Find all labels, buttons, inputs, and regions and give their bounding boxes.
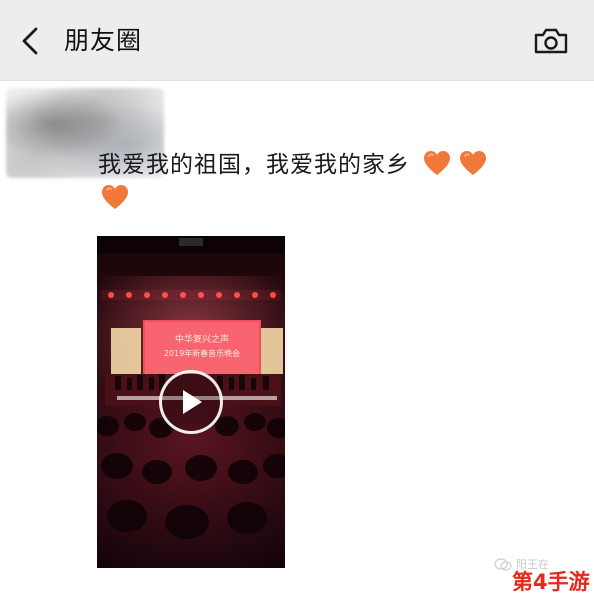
orange-heart-icon [460, 151, 487, 175]
post-text: 我爱我的祖国，我爱我的家乡 [98, 152, 410, 178]
orange-heart-icon [424, 151, 451, 175]
camera-button[interactable] [530, 24, 572, 58]
post-text-block: 我爱我的祖国，我爱我的家乡 [98, 148, 568, 216]
top-nav-bar: 朋友圈 [0, 0, 594, 81]
stage-banner-line2: 2019年新春音乐晚会 [164, 348, 240, 358]
back-button[interactable] [12, 22, 48, 60]
stage-banner-line1: 中华复兴之声 [175, 333, 229, 345]
orange-heart-icon [102, 185, 128, 209]
chevron-left-icon [22, 27, 38, 55]
video-thumbnail[interactable]: 中华复兴之声 2019年新春音乐晚会 [97, 236, 285, 568]
camera-icon [534, 28, 568, 54]
watermark-brand: 第4手游 [512, 570, 590, 594]
wechat-official-icon [494, 558, 512, 571]
page-title: 朋友圈 [64, 26, 143, 55]
play-icon [183, 390, 202, 414]
play-button[interactable] [159, 370, 223, 434]
